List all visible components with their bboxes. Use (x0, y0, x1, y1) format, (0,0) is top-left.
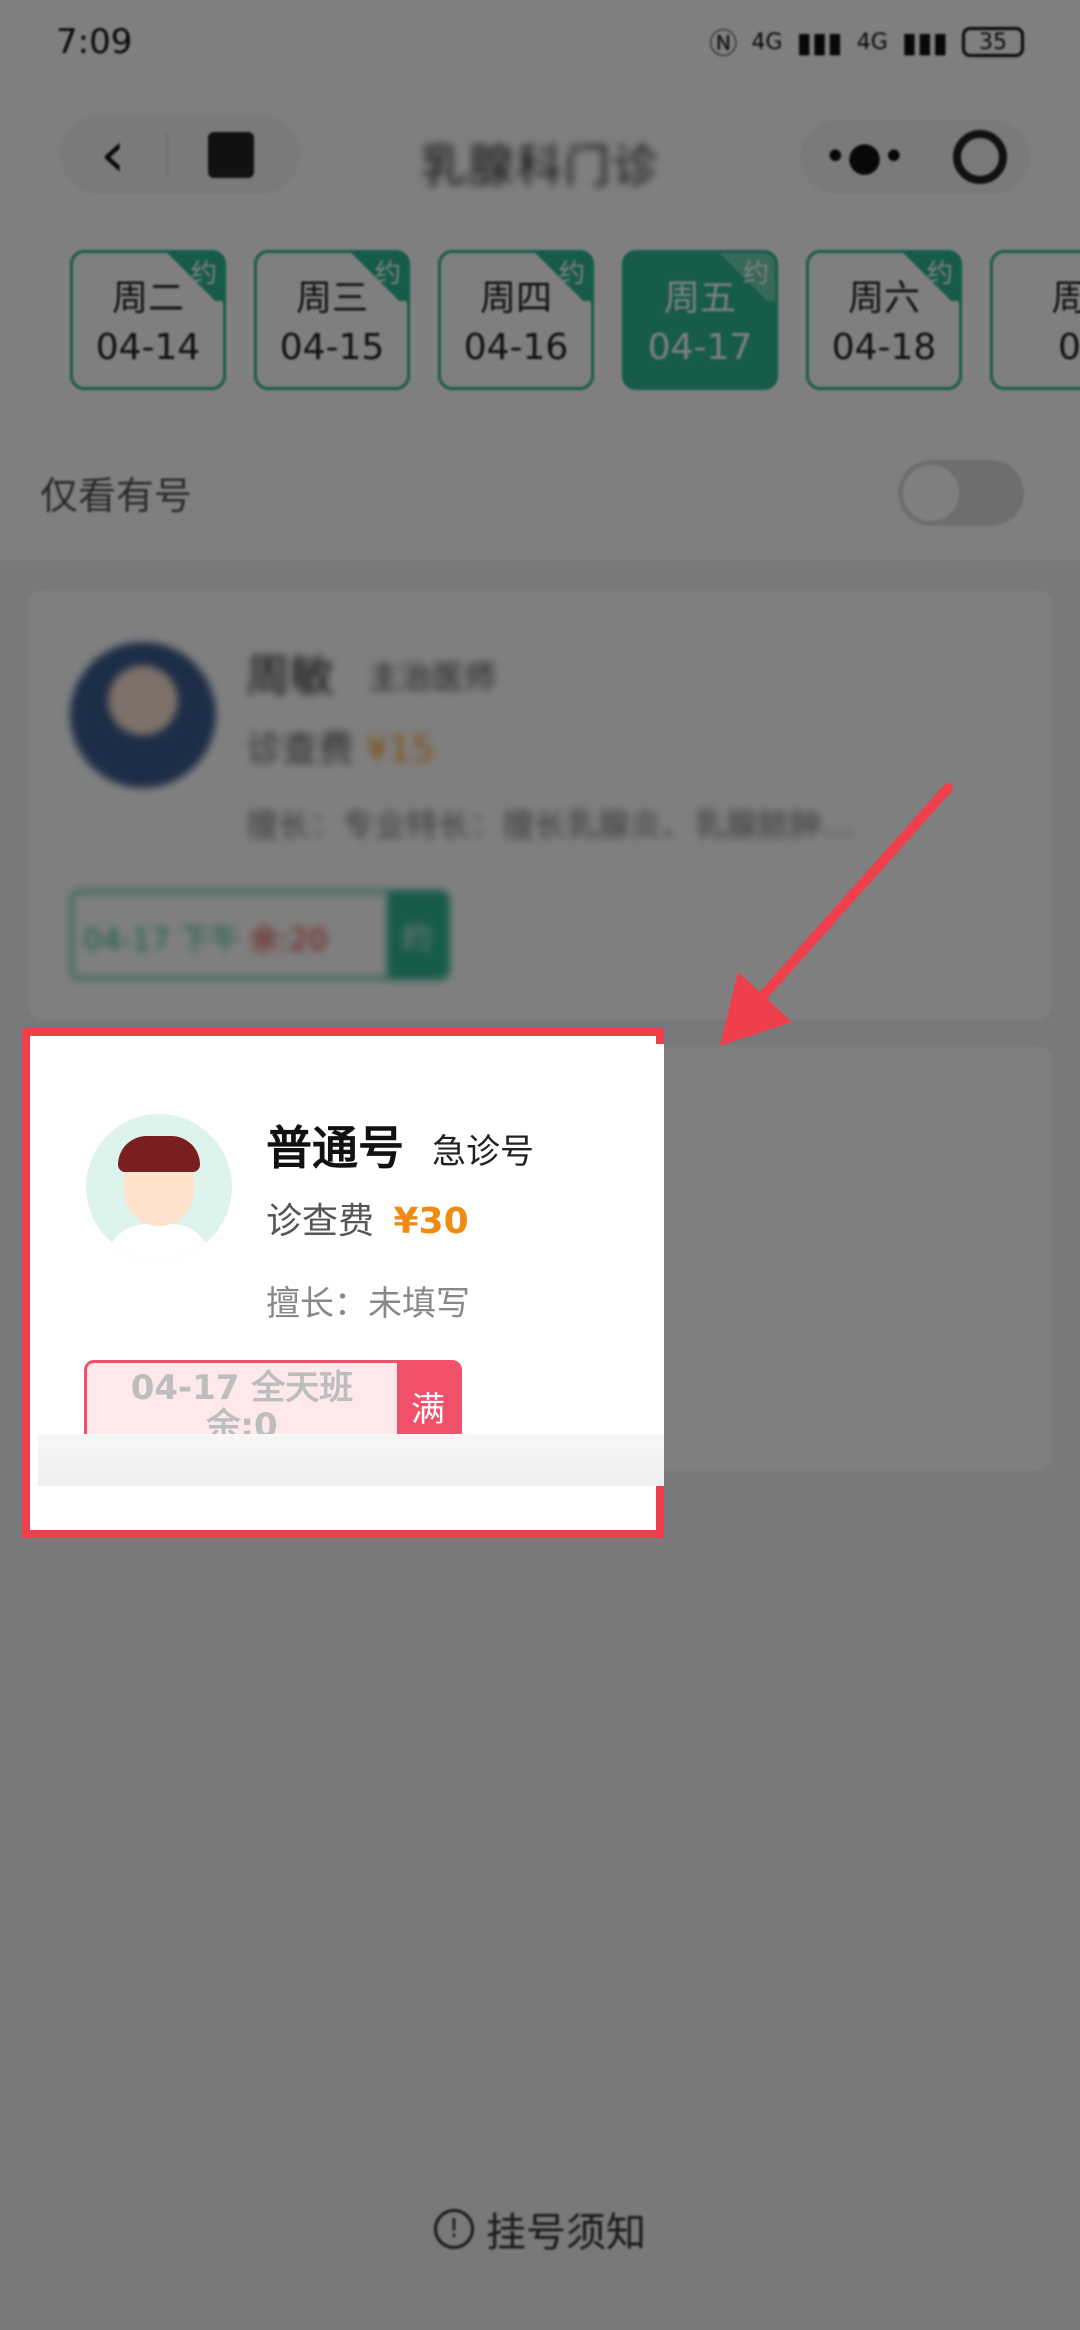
registration-fee: 诊查费 ¥30 (266, 1192, 469, 1244)
avatar-coat (106, 1224, 212, 1260)
highlight-frame: 普通号 急诊号 诊查费 ¥30 擅长：未填写 04-17 全天班 余:0 满 (22, 1028, 664, 1538)
highlighted-doctor-card[interactable]: 普通号 急诊号 诊查费 ¥30 擅长：未填写 04-17 全天班 余:0 满 (38, 1044, 664, 1486)
avatar-hair (118, 1136, 200, 1172)
registration-skill: 擅长：未填写 (266, 1284, 470, 1324)
fee-label: 诊查费 (266, 1201, 375, 1242)
registration-name: 普通号 (266, 1121, 404, 1175)
registration-type: 急诊号 (432, 1132, 534, 1172)
doctor-avatar-placeholder (86, 1114, 232, 1260)
card-bottom-shade (38, 1434, 664, 1486)
slot-date: 04-17 全天班 (130, 1368, 354, 1408)
fee-amount: ¥30 (393, 1201, 469, 1242)
